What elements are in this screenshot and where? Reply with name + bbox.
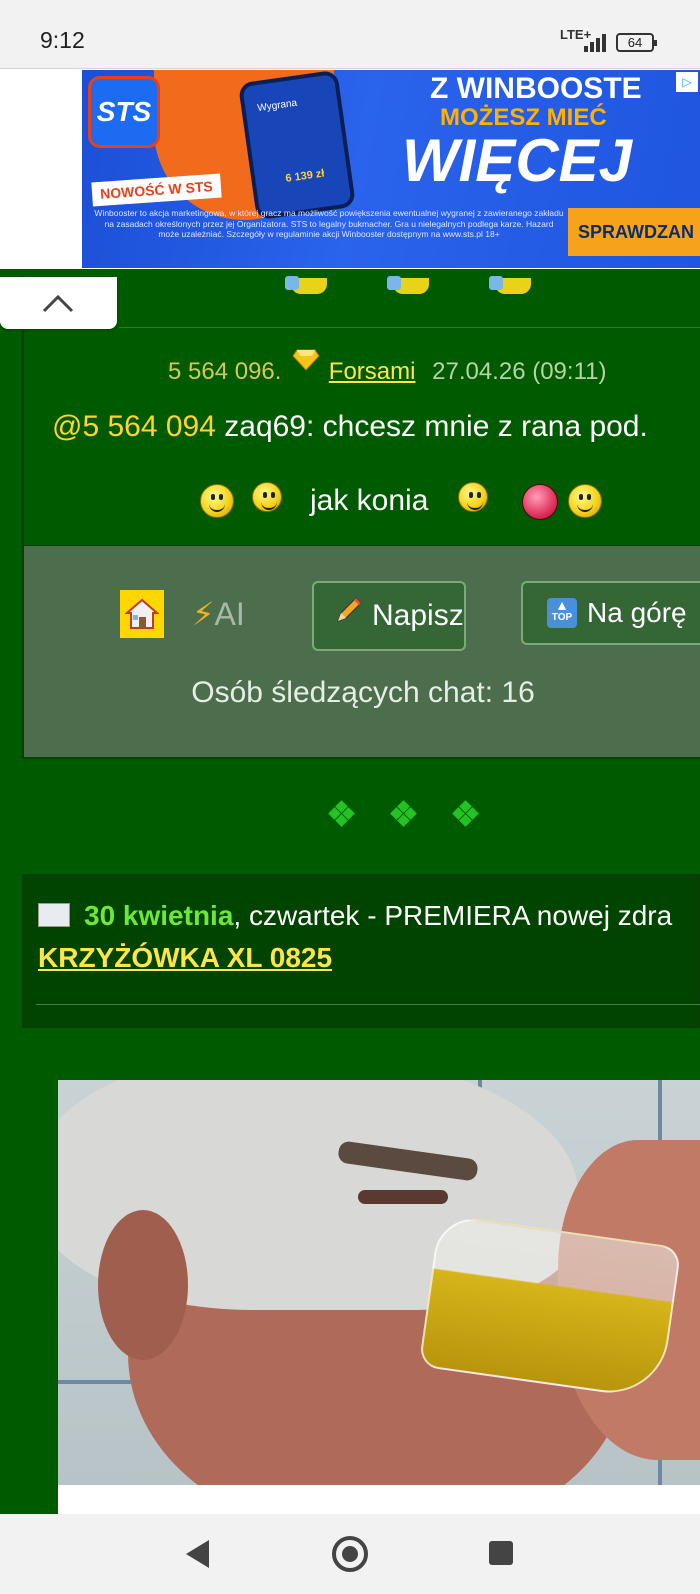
top-icon-text: TOP <box>551 611 573 623</box>
message-meta: 5 564 096. Forsami 27.04.26 (09:11) <box>168 349 607 386</box>
emoji-icon <box>489 276 537 296</box>
devil-icon <box>522 484 558 520</box>
news-date: 30 kwietnia <box>84 900 234 931</box>
diamond-cluster-icon <box>328 800 355 827</box>
navigation-bar <box>0 1514 700 1594</box>
divider <box>119 327 700 328</box>
message-caption: jak konia <box>310 484 429 517</box>
author-link[interactable]: Forsami <box>329 358 416 385</box>
followers-count: Osób śledzących chat: 16 <box>191 676 535 709</box>
decorative-separator <box>328 800 490 828</box>
adchoices-icon[interactable]: ▷ <box>676 72 698 92</box>
photo-caption-area <box>58 1485 700 1515</box>
message-date: 27.04.26 (09:11) <box>432 358 607 385</box>
smiley-icon <box>252 482 282 512</box>
clock: 9:12 <box>40 27 85 53</box>
message-number: 5 564 096. <box>168 358 282 385</box>
message-text: @5 564 094 zaq69: chcesz mnie z rana pod… <box>52 410 648 444</box>
message-body: zaq69: chcesz mnie z rana pod. <box>215 410 648 443</box>
emoji-icon <box>285 276 333 296</box>
top-label: Na górę <box>587 597 687 628</box>
write-label: Napisz <box>372 599 464 632</box>
article-photo[interactable] <box>58 1080 700 1485</box>
pencil-icon <box>334 583 364 649</box>
news-box: 30 kwietnia, czwartek - PREMIERA nowej z… <box>22 874 700 1028</box>
back-triangle-icon[interactable] <box>183 1538 213 1570</box>
photo-ear <box>98 1210 188 1360</box>
house-icon <box>125 598 159 629</box>
emoji-icon <box>387 276 435 296</box>
diamond-cluster-icon <box>452 800 479 827</box>
ad-cta-button[interactable]: SPRAWDZAN <box>568 208 700 256</box>
mention-link[interactable]: @5 564 094 <box>52 410 216 443</box>
scroll-up-button[interactable] <box>0 277 117 329</box>
wink-icon <box>568 484 602 518</box>
diamond-icon <box>292 349 320 371</box>
home-circle-icon[interactable] <box>330 1534 370 1574</box>
chevron-up-icon <box>42 294 74 313</box>
phone-text: Wygrana <box>256 97 298 115</box>
message-emoji-line: jak konia <box>200 478 620 522</box>
lightning-icon: ⚡ <box>192 596 215 632</box>
phone-image: Wygrana 6 139 zł <box>237 70 357 221</box>
top-arrow-icon: ▲ TOP <box>547 597 577 628</box>
ad-headline: Z WINBOOSTE <box>430 72 642 105</box>
ad-big-text: WIĘCEJ <box>402 127 633 194</box>
phone-amount: 6 139 zł <box>284 167 326 185</box>
wink-icon <box>200 484 234 518</box>
battery-icon: 64 <box>616 33 657 52</box>
scroll-top-button[interactable]: ▲ TOP Na górę <box>521 581 700 645</box>
sts-logo: STS <box>88 76 160 148</box>
diamond-cluster-icon <box>390 800 417 827</box>
news-link[interactable]: KRZYŻÓWKA XL 0825 <box>38 942 332 974</box>
newspaper-icon <box>38 902 70 927</box>
home-button[interactable] <box>120 590 164 638</box>
ai-label: AI <box>214 596 245 632</box>
smiley-icon <box>458 482 488 512</box>
previous-message-emojis <box>285 274 565 298</box>
ai-button[interactable]: ⚡AI <box>192 590 245 638</box>
status-bar: 9:12 LTE+ 64 <box>0 0 700 69</box>
ad-banner[interactable]: STS Wygrana 6 139 zł NOWOŚĆ W STS Z WINB… <box>82 70 700 268</box>
divider <box>36 1004 700 1005</box>
write-button[interactable]: Napisz <box>312 581 466 651</box>
photo-eye <box>358 1190 448 1204</box>
signal-icon <box>584 32 608 52</box>
recents-square-icon[interactable] <box>486 1538 516 1568</box>
news-headline: 30 kwietnia, czwartek - PREMIERA nowej z… <box>38 900 672 932</box>
ad-fine-print: Winbooster to akcja marketingowa, w któr… <box>94 208 564 239</box>
chat-toolbar: ⚡AI Napisz ▲ TOP Na górę Osób śledzących c… <box>22 546 700 759</box>
news-text: , czwartek - PREMIERA nowej zdra <box>233 900 673 931</box>
